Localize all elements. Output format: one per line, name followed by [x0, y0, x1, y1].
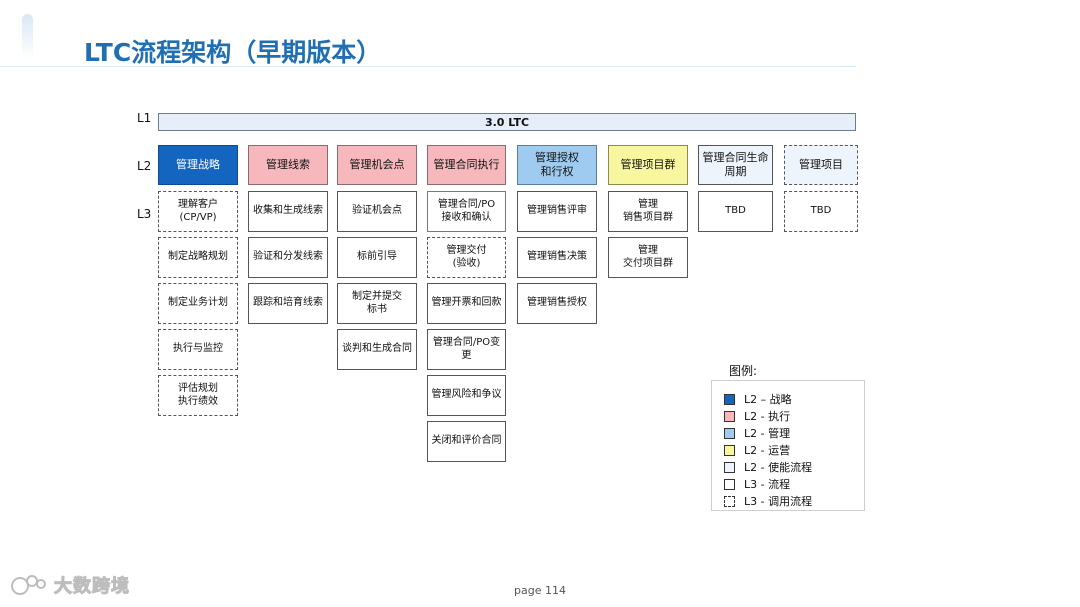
l3-process-box: 管理销售评审	[517, 191, 597, 232]
watermark-logo-icon	[11, 575, 46, 595]
legend-swatch	[724, 478, 735, 490]
l3-process-box: 制定业务计划	[158, 283, 238, 324]
l3-process-box: 制定并提交 标书	[337, 283, 417, 324]
legend-item: L2 - 管理	[724, 425, 790, 441]
page-number: page 114	[514, 584, 566, 597]
l3-process-box: TBD	[698, 191, 773, 232]
legend-swatch	[724, 495, 735, 507]
l3-process-box: 收集和生成线索	[248, 191, 328, 232]
legend-item: L3 - 调用流程	[724, 493, 812, 509]
legend-label: L2 - 执行	[744, 410, 791, 423]
legend-label: L2 - 运营	[744, 444, 791, 457]
l3-process-box: 管理交付 (验收)	[427, 237, 506, 278]
watermark-text: 大数跨境	[54, 576, 130, 598]
l3-process-box: 评估规划 执行绩效	[158, 375, 238, 416]
legend-swatch	[724, 444, 735, 456]
l2-process-box: 管理机会点	[337, 145, 417, 185]
title-divider	[0, 66, 856, 67]
page-title: LTC流程架构（早期版本）	[84, 38, 382, 67]
l3-process-box: 关闭和评价合同	[427, 421, 506, 462]
legend: L2 – 战略 L2 - 执行 L2 - 管理 L2 - 运营 L2 - 使能流程 L3 …	[711, 380, 865, 511]
l3-process-box: 管理销售授权	[517, 283, 597, 324]
l2-process-box: 管理合同执行	[427, 145, 506, 185]
title-accent-bar	[22, 14, 33, 60]
l3-process-box: 执行与监控	[158, 329, 238, 370]
l2-process-box: 管理项目群	[608, 145, 688, 185]
l2-process-box: 管理战略	[158, 145, 238, 185]
legend-swatch	[724, 461, 735, 473]
legend-label: L2 - 管理	[744, 427, 791, 440]
l3-process-box: 理解客户 (CP/VP)	[158, 191, 238, 232]
legend-swatch	[724, 393, 735, 405]
watermark: 大数跨境	[10, 572, 130, 598]
l2-process-box: 管理合同生命 周期	[698, 145, 773, 185]
legend-item: L2 – 战略	[724, 391, 792, 407]
legend-item: L2 - 运营	[724, 442, 790, 458]
l3-process-box: 管理 销售项目群	[608, 191, 688, 232]
l3-process-box: 管理风险和争议	[427, 375, 506, 416]
l3-process-box: 验证机会点	[337, 191, 417, 232]
l2-process-box: 管理线索	[248, 145, 328, 185]
l3-process-box: 管理开票和回款	[427, 283, 506, 324]
legend-swatch	[724, 410, 735, 422]
legend-label: L2 – 战略	[744, 393, 792, 406]
legend-label: L3 - 流程	[744, 478, 791, 491]
l3-process-box: 管理销售决策	[517, 237, 597, 278]
l3-process-box: 验证和分发线索	[248, 237, 328, 278]
l3-process-box: 制定战略规划	[158, 237, 238, 278]
l2-process-box: 管理项目	[784, 145, 858, 185]
l3-process-box: 管理合同/PO 接收和确认	[427, 191, 506, 232]
l3-process-box: 管理 交付项目群	[608, 237, 688, 278]
legend-item: L2 - 执行	[724, 408, 790, 424]
legend-item: L3 - 流程	[724, 476, 790, 492]
legend-swatch	[724, 427, 735, 439]
legend-title: 图例:	[729, 364, 758, 378]
l3-process-box: 跟踪和培育线索	[248, 283, 328, 324]
legend-label: L2 - 使能流程	[744, 461, 813, 474]
l2-process-box: 管理授权 和行权	[517, 145, 597, 185]
l3-process-box: TBD	[784, 191, 858, 232]
l3-process-box: 谈判和生成合同	[337, 329, 417, 370]
l1-process-bar: 3.0 LTC	[158, 113, 856, 131]
l3-process-box: 管理合同/PO变更	[427, 329, 506, 370]
legend-label: L3 - 调用流程	[744, 495, 813, 508]
legend-item: L2 - 使能流程	[724, 459, 812, 475]
l3-process-box: 标前引导	[337, 237, 417, 278]
